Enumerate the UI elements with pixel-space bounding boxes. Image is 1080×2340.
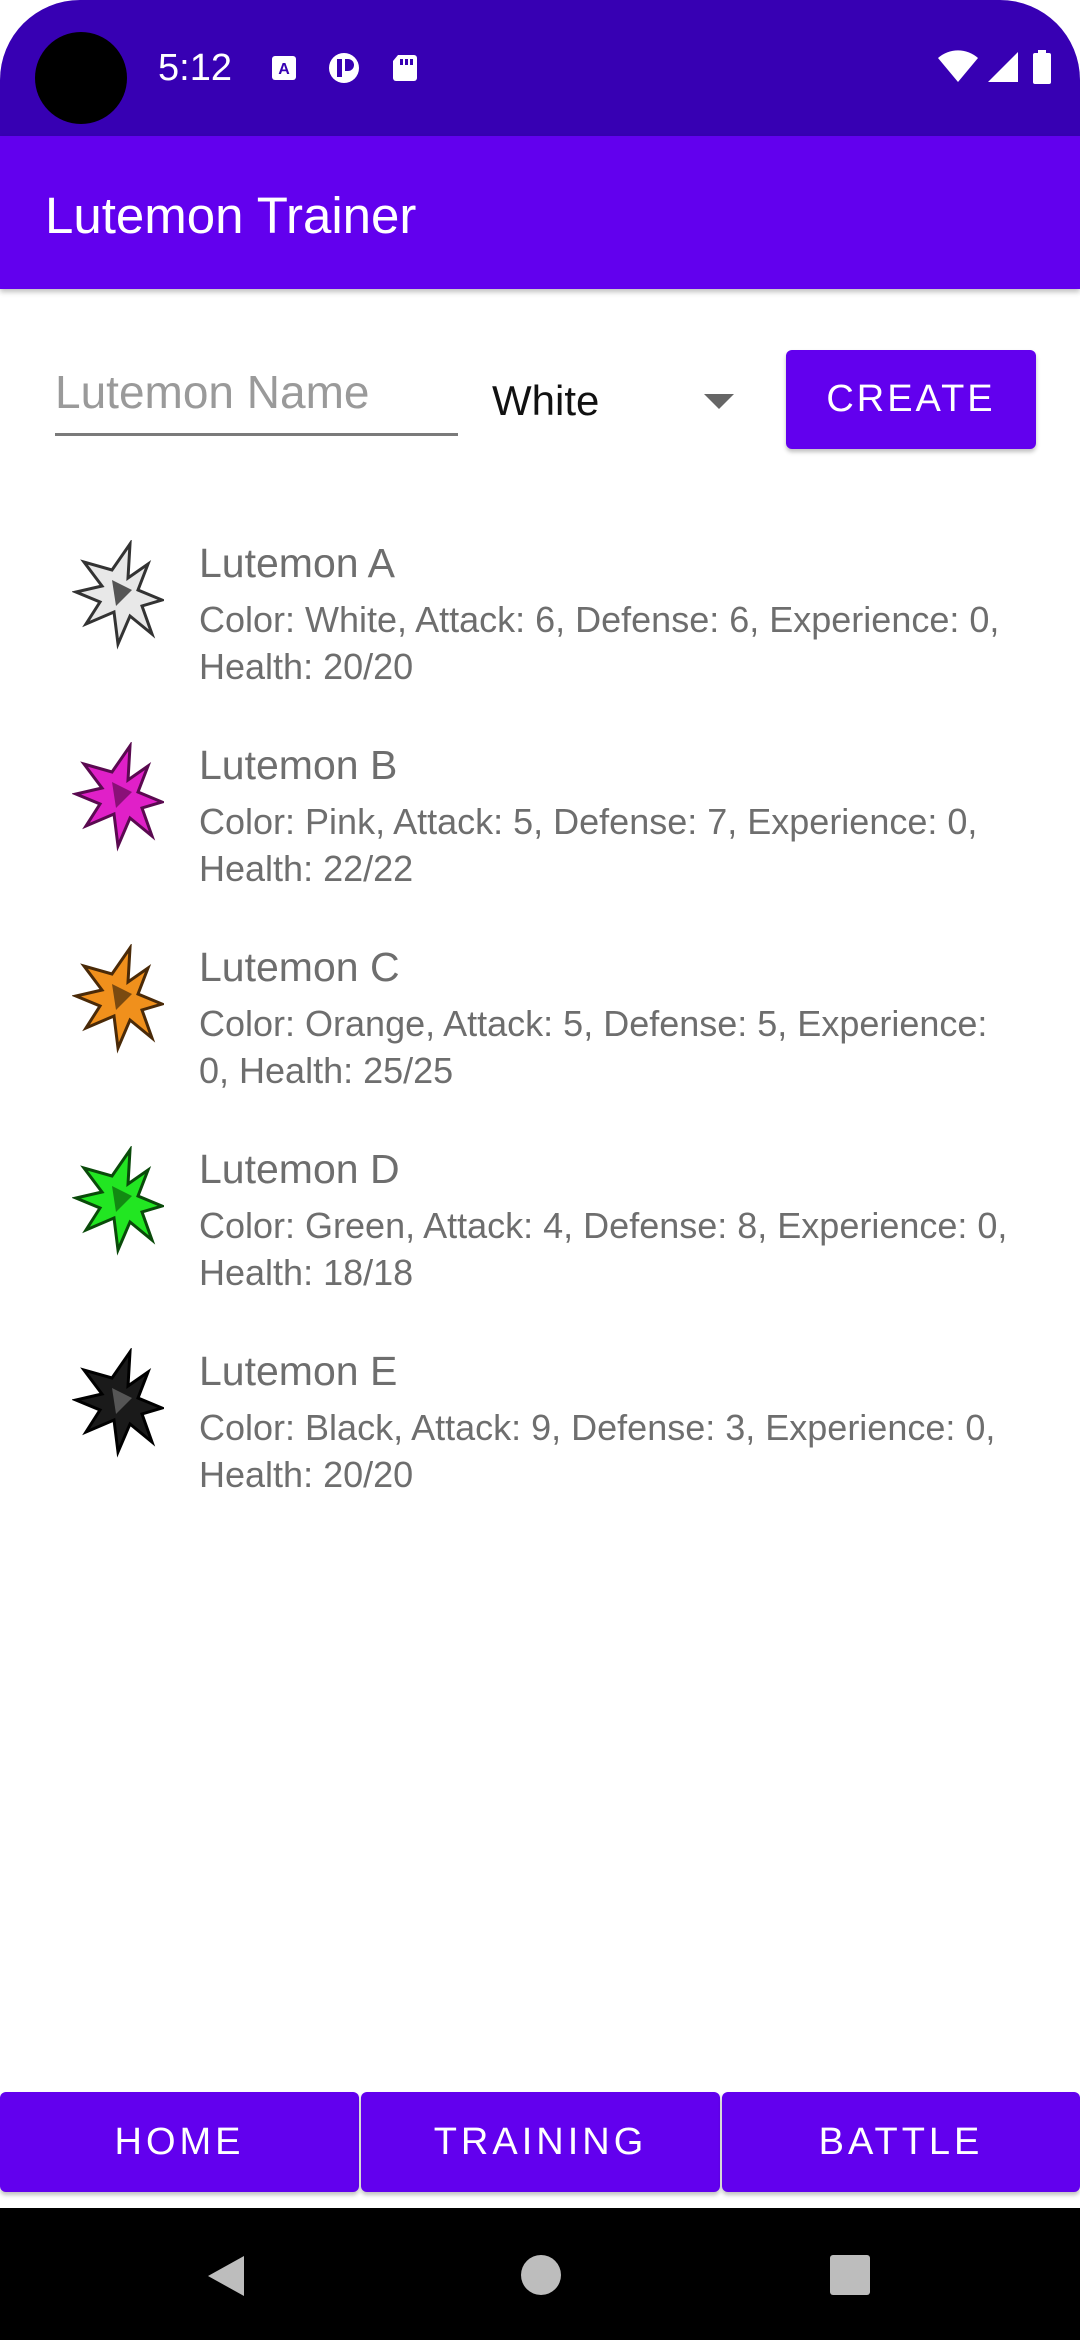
list-item[interactable]: Lutemon B Color: Pink, Attack: 5, Defens…	[0, 722, 1080, 902]
home-icon[interactable]	[520, 2254, 562, 2296]
wifi-icon	[938, 50, 978, 82]
lutemon-name: Lutemon B	[199, 742, 398, 788]
signal-icon	[988, 52, 1018, 82]
lutemon-stats: Color: Black, Attack: 9, Defense: 3, Exp…	[199, 1407, 996, 1495]
svg-text:A: A	[278, 61, 290, 78]
back-icon[interactable]	[204, 2254, 248, 2298]
list-item[interactable]: Lutemon E Color: Black, Attack: 9, Defen…	[0, 1328, 1080, 1508]
lutemon-stats: Color: Green, Attack: 4, Defense: 8, Exp…	[199, 1205, 1008, 1293]
create-button[interactable]: CREATE	[786, 350, 1036, 449]
lutemon-e-image	[72, 1348, 164, 1458]
dropdown-arrow-icon	[704, 394, 734, 409]
training-button[interactable]: TRAINING	[361, 2092, 720, 2192]
lutemon-name: Lutemon C	[199, 944, 400, 990]
list-item[interactable]: Lutemon C Color: Orange, Attack: 5, Defe…	[0, 924, 1080, 1104]
lutemon-a-image	[72, 540, 164, 650]
camera-cutout	[35, 32, 127, 124]
system-nav-bar	[0, 2208, 1080, 2340]
home-button[interactable]: HOME	[0, 2092, 359, 2192]
lutemon-stats: Color: Orange, Attack: 5, Defense: 5, Ex…	[199, 1003, 988, 1091]
color-select-value: White	[492, 377, 600, 424]
bottom-nav: HOME TRAINING BATTLE	[0, 2092, 1080, 2192]
data-saver-icon	[329, 53, 359, 83]
app-title: Lutemon Trainer	[45, 187, 417, 244]
lutemon-name: Lutemon E	[199, 1348, 398, 1394]
app-bar: Lutemon Trainer	[0, 136, 1080, 289]
list-item[interactable]: Lutemon D Color: Green, Attack: 4, Defen…	[0, 1126, 1080, 1306]
sd-card-icon	[393, 55, 417, 81]
lutemon-stats: Color: Pink, Attack: 5, Defense: 7, Expe…	[199, 801, 978, 889]
battle-button[interactable]: BATTLE	[722, 2092, 1080, 2192]
lutemon-stats: Color: White, Attack: 6, Defense: 6, Exp…	[199, 599, 1000, 687]
lutemon-name: Lutemon A	[199, 540, 396, 586]
battery-icon	[1033, 50, 1051, 84]
recents-icon[interactable]	[829, 2254, 871, 2296]
lutemon-b-image	[72, 742, 164, 852]
lutemon-c-image	[72, 944, 164, 1054]
status-time: 5:12	[158, 47, 232, 89]
list-item[interactable]: Lutemon A Color: White, Attack: 6, Defen…	[0, 520, 1080, 700]
a-notification-icon: A	[272, 56, 296, 80]
color-select[interactable]: White	[492, 360, 742, 440]
status-bar: 5:12 A	[0, 0, 1080, 136]
lutemon-name: Lutemon D	[199, 1146, 400, 1192]
lutemon-d-image	[72, 1146, 164, 1256]
lutemon-name-input[interactable]	[55, 360, 458, 436]
